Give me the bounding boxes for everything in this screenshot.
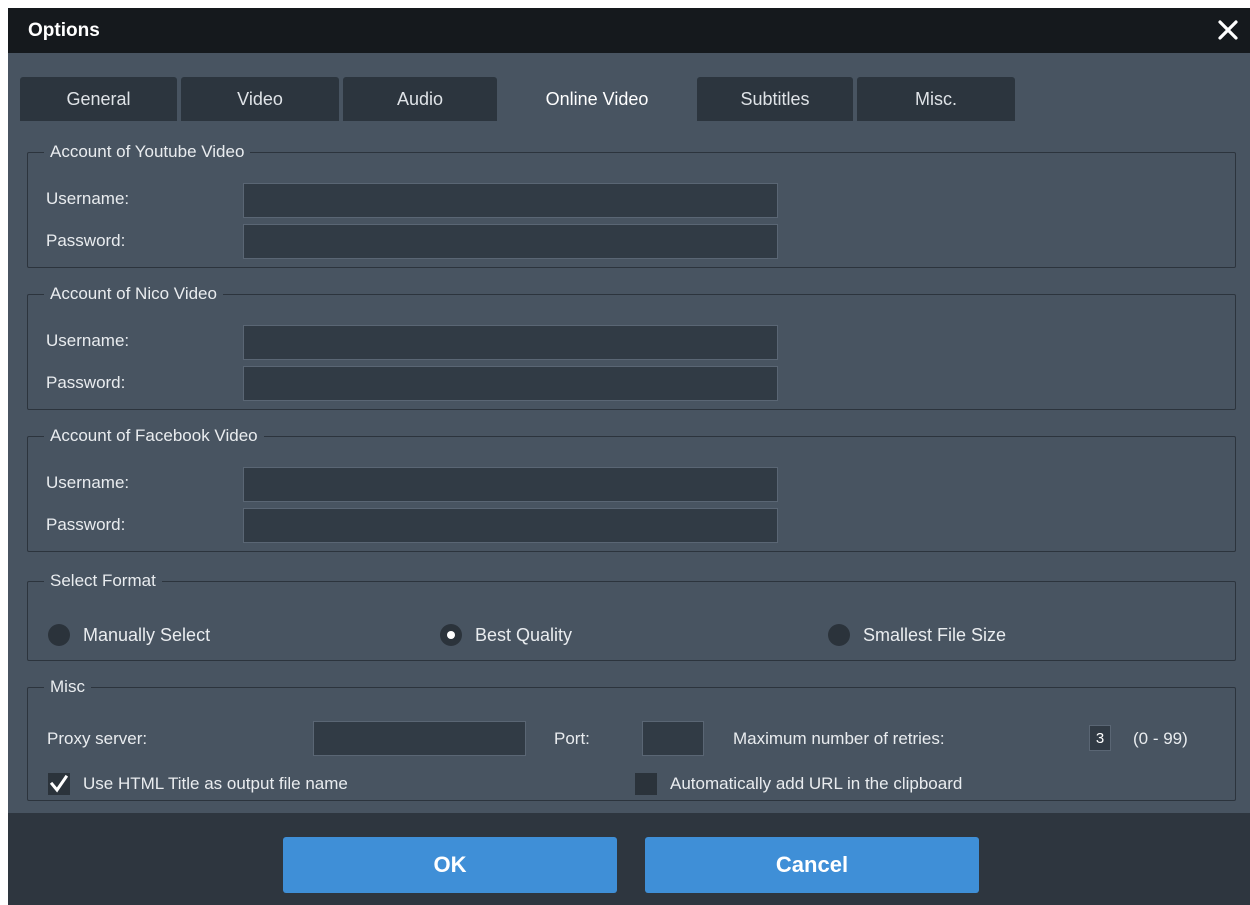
- youtube-username-label: Username:: [46, 189, 130, 208]
- nico-password-label: Password:: [46, 373, 126, 392]
- auto-add-url-checkbox[interactable]: Automatically add URL in the clipboard: [635, 773, 962, 795]
- radio-label: Best Quality: [475, 624, 573, 645]
- options-dialog: Options General Video Audio Online Video…: [8, 8, 1250, 905]
- facebook-account-group: Account of Facebook Video Username: Pass…: [27, 427, 1236, 552]
- radio-button-selected-icon: [440, 624, 462, 646]
- youtube-account-title: Account of Youtube Video: [50, 142, 245, 161]
- tab-subtitles[interactable]: Subtitles: [697, 77, 853, 121]
- nico-password-input[interactable]: [243, 366, 778, 401]
- misc-title: Misc: [50, 677, 85, 696]
- nico-account-title: Account of Nico Video: [50, 284, 217, 303]
- radio-best-quality[interactable]: Best Quality: [440, 624, 572, 646]
- tab-audio[interactable]: Audio: [343, 77, 497, 121]
- checkbox-icon: [635, 773, 657, 795]
- radio-button-icon: [48, 624, 70, 646]
- youtube-password-label: Password:: [46, 231, 126, 250]
- port-input[interactable]: [642, 721, 704, 756]
- radio-label: Manually Select: [83, 624, 211, 645]
- radio-manually-select[interactable]: Manually Select: [48, 624, 210, 646]
- tab-online-video[interactable]: Online Video: [501, 77, 693, 121]
- select-format-title: Select Format: [50, 571, 156, 590]
- nico-username-label: Username:: [46, 331, 130, 350]
- facebook-username-label: Username:: [46, 473, 130, 492]
- facebook-password-label: Password:: [46, 515, 126, 534]
- nico-username-input[interactable]: [243, 325, 778, 360]
- facebook-password-input[interactable]: [243, 508, 778, 543]
- proxy-server-label: Proxy server:: [47, 729, 148, 748]
- radio-label: Smallest File Size: [863, 624, 1007, 645]
- tab-video[interactable]: Video: [181, 77, 339, 121]
- max-retries-label: Maximum number of retries:: [733, 729, 945, 748]
- radio-smallest-file-size[interactable]: Smallest File Size: [828, 624, 1006, 646]
- youtube-username-input[interactable]: [243, 183, 778, 218]
- proxy-server-input[interactable]: [313, 721, 526, 756]
- radio-button-icon: [828, 624, 850, 646]
- facebook-account-title: Account of Facebook Video: [50, 426, 258, 445]
- max-retries-input[interactable]: 3: [1089, 725, 1111, 751]
- checkbox-checked-icon: [48, 773, 70, 795]
- tab-general[interactable]: General: [20, 77, 177, 121]
- youtube-password-input[interactable]: [243, 224, 778, 259]
- titlebar: Options: [8, 8, 1250, 53]
- checkbox-label: Use HTML Title as output file name: [83, 774, 348, 793]
- tab-misc[interactable]: Misc.: [857, 77, 1015, 121]
- ok-button[interactable]: OK: [283, 837, 617, 893]
- use-html-title-checkbox[interactable]: Use HTML Title as output file name: [48, 773, 348, 795]
- facebook-username-input[interactable]: [243, 467, 778, 502]
- misc-group: Misc Proxy server: Port: Maximum number …: [27, 678, 1236, 801]
- retries-range-label: (0 - 99): [1133, 729, 1188, 748]
- nico-account-group: Account of Nico Video Username: Password…: [27, 285, 1236, 410]
- select-format-group: Select Format Manually Select Best Quali…: [27, 572, 1236, 661]
- cancel-button[interactable]: Cancel: [645, 837, 979, 893]
- window-title: Options: [28, 20, 100, 41]
- youtube-account-group: Account of Youtube Video Username: Passw…: [27, 143, 1236, 268]
- checkbox-label: Automatically add URL in the clipboard: [670, 774, 963, 793]
- close-icon[interactable]: [1214, 16, 1242, 44]
- port-label: Port:: [554, 729, 590, 748]
- dialog-footer: OK Cancel: [8, 813, 1250, 905]
